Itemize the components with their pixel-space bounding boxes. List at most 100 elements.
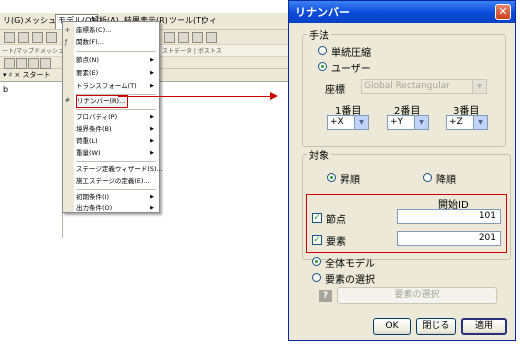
element-checkbox[interactable]: ✓ [312, 235, 322, 245]
axis-icon: ✛ [65, 27, 71, 34]
coordinate-label: 座標 [325, 85, 345, 96]
renumber-icon: # [65, 97, 71, 104]
menu-item-label: リナンバー(R)... [77, 97, 126, 105]
menu-item-transform[interactable]: トランスフォーム(T) ▶ [76, 81, 156, 92]
compress-label: 単続圧縮 [331, 48, 371, 59]
renumber-dialog: リナンバー ✕ 手法 単続圧縮 ユーザー 座標 Global Rectangul… [288, 0, 516, 341]
menu-item-weight[interactable]: 重量(W) ▶ [76, 148, 156, 159]
order3-value: +Z [449, 117, 463, 127]
toolbar-icon[interactable] [16, 58, 27, 69]
close-icon[interactable]: ✕ [495, 4, 511, 20]
menu-icon-strip [63, 22, 74, 212]
menu-item-stage-wizard[interactable]: ステージ定義ウィザード(S)... [76, 164, 163, 175]
toolbar-icon[interactable] [206, 32, 217, 43]
compress-radio[interactable] [318, 46, 327, 55]
menu-item-output-conditions[interactable]: 出力条件(O) ▶ [76, 203, 156, 214]
toolbar-icon[interactable] [40, 58, 51, 69]
callout-arrow-icon [270, 92, 278, 100]
menu-item-coordinate-system[interactable]: 座標系(C)... [76, 25, 156, 36]
menu-item-label: 荷重(L) [76, 137, 98, 145]
menu-item-label: 関数(F)... [76, 38, 105, 46]
model-dropdown-menu: 座標系(C)... ✛ 関数(F)... ƒ 節点(N) ▶ 要素(E) ▶ トラン… [62, 21, 163, 214]
selected-elements-radio[interactable] [312, 273, 321, 282]
ok-button[interactable]: OK [373, 318, 411, 335]
toolbar-icon[interactable] [4, 32, 15, 43]
menu-item-construction-stage[interactable]: 施工ステージの定義(E)... [76, 176, 156, 187]
menu-item-label: 境界条件(B) [76, 125, 112, 133]
menu-item-initial-conditions[interactable]: 初期条件(I) ▶ [76, 192, 156, 203]
node-start-id-input[interactable]: 101 [397, 209, 501, 224]
node-checkbox[interactable]: ✓ [312, 213, 322, 223]
user-radio[interactable] [318, 62, 327, 71]
method-legend: 手法 [309, 31, 329, 42]
order1-value: +X [330, 117, 344, 127]
descending-label: 降順 [436, 175, 456, 186]
submenu-arrow-icon: ▶ [150, 114, 154, 120]
order1-select[interactable]: +X ▼ [327, 115, 369, 130]
submenu-arrow-icon: ▶ [150, 126, 154, 132]
descending-radio[interactable] [423, 173, 432, 182]
submenu-arrow-icon: ▶ [150, 70, 154, 76]
toolbar-tab-label[interactable]: ストデータ | ポストス [162, 46, 222, 55]
toolbar-icon[interactable] [4, 58, 15, 69]
menu-item-label: トランスフォーム(T) [76, 82, 137, 90]
toolbar-icon[interactable] [164, 32, 175, 43]
toolbar-icon[interactable] [46, 32, 57, 43]
chevron-down-icon: ▼ [414, 116, 428, 129]
tree-item[interactable]: b [3, 85, 8, 94]
toolbar-icon[interactable] [28, 58, 39, 69]
toolbar-icon[interactable] [32, 32, 43, 43]
submenu-arrow-icon: ▶ [150, 150, 154, 156]
user-label: ユーザー [331, 64, 371, 75]
chevron-down-icon: ▼ [354, 116, 368, 129]
menu-window[interactable]: ウィ [199, 15, 219, 27]
submenu-arrow-icon: ▶ [150, 194, 154, 200]
close-button[interactable]: 閉じる [416, 318, 456, 335]
coordinate-value: Global Rectangular [364, 81, 450, 91]
menu-item-label: 重量(W) [76, 149, 101, 157]
chevron-down-icon: ▼ [473, 116, 487, 129]
submenu-arrow-icon: ▶ [150, 83, 154, 89]
whole-model-label: 全体モデル [325, 259, 375, 270]
dialog-title-bar[interactable]: リナンバー ✕ [289, 1, 515, 23]
menu-item-properties[interactable]: プロパティ(P) ▶ [76, 112, 156, 123]
menu-item-function[interactable]: 関数(F)... [76, 37, 156, 48]
selected-elements-label: 要素の選択 [325, 275, 375, 286]
element-label: 要素 [326, 237, 346, 248]
menu-separator [76, 189, 156, 190]
function-icon: ƒ [65, 39, 68, 46]
element-start-id-input[interactable]: 201 [397, 231, 501, 246]
application-window: リ(G) メッシュ(M) モデル(O) 解析(A) 結果表示(R) ツール(T)… [0, 0, 290, 238]
toolbar-icon[interactable] [192, 32, 203, 43]
question-icon: ? [319, 290, 332, 302]
menu-item-boundary[interactable]: 境界条件(B) ▶ [76, 124, 156, 135]
panel-tab[interactable]: ▾ ♯ × スタート [3, 70, 50, 80]
menu-item-label: 出力条件(O) [76, 204, 113, 212]
order3-select[interactable]: +Z ▼ [446, 115, 488, 130]
menu-item-label: 初期条件(I) [76, 193, 109, 201]
chevron-down-icon: ▼ [472, 80, 486, 93]
tree-panel: b [0, 82, 63, 238]
menu-item-label: 施工ステージの定義(E)... [76, 177, 150, 185]
menu-item-element[interactable]: 要素(E) ▶ [76, 68, 156, 79]
toolbar-icon[interactable] [18, 32, 29, 43]
menu-separator [76, 109, 156, 110]
menu-item-label: プロパティ(P) [76, 113, 118, 121]
apply-button[interactable]: 適用 [461, 318, 507, 335]
order2-value: +Y [390, 117, 404, 127]
order2-select[interactable]: +Y ▼ [387, 115, 429, 130]
menu-item-label: 座標系(C)... [76, 26, 112, 34]
dialog-title: リナンバー [295, 6, 350, 19]
submenu-arrow-icon: ▶ [150, 57, 154, 63]
select-elements-button[interactable]: 要素の選択 [337, 287, 497, 304]
menu-item-label: ステージ定義ウィザード(S)... [76, 165, 163, 173]
menu-item-node[interactable]: 節点(N) ▶ [76, 55, 156, 66]
menu-separator [76, 161, 156, 162]
menu-item-loads[interactable]: 荷重(L) ▶ [76, 136, 156, 147]
toolbar-tab-label[interactable]: ート/マップドメッシュ [2, 46, 64, 55]
callout-line [118, 96, 272, 97]
whole-model-radio[interactable] [312, 257, 321, 266]
ascending-radio[interactable] [327, 173, 336, 182]
coordinate-select[interactable]: Global Rectangular ▼ [361, 79, 487, 94]
toolbar-icon[interactable] [178, 32, 189, 43]
